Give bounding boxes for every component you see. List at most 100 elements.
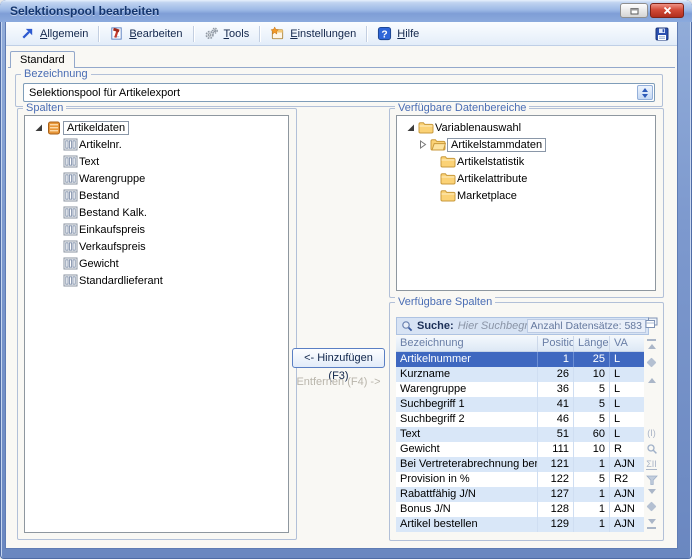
- move-up-icon[interactable]: [644, 356, 659, 369]
- table-row[interactable]: Kurzname 26 10 L: [396, 367, 644, 382]
- column-header-laenge[interactable]: Länge: [574, 336, 610, 351]
- table-row-selected[interactable]: Artikelnummer 1 25 L: [396, 352, 644, 367]
- cell-laenge: 5: [574, 397, 610, 412]
- tree-node-label[interactable]: Variablenauswahl: [435, 122, 521, 134]
- tree-node-label[interactable]: Marketplace: [457, 190, 517, 202]
- bezeichnung-combobox[interactable]: Selektionspool für Artikelexport: [23, 83, 655, 102]
- cell-laenge: 5: [574, 412, 610, 427]
- table-row[interactable]: Warengruppe 36 5 L: [396, 382, 644, 397]
- scroll-to-bottom-icon[interactable]: [644, 517, 659, 530]
- column-chooser-icon[interactable]: [644, 316, 659, 329]
- tree-node-gewicht[interactable]: Gewicht: [25, 255, 288, 272]
- column-header-bezeichnung[interactable]: Bezeichnung: [396, 336, 538, 351]
- tree-node-artikelstammdaten[interactable]: Artikelstammdaten: [397, 136, 655, 153]
- tree-node-artikelattribute[interactable]: Artikelattribute: [397, 170, 655, 187]
- column-icon: [61, 138, 79, 151]
- tab-strip-divider: [8, 67, 675, 68]
- next-row-icon[interactable]: [644, 485, 659, 498]
- previous-row-icon[interactable]: [644, 374, 659, 387]
- table-row[interactable]: Gewicht 111 10 R: [396, 442, 644, 457]
- tree-node-label[interactable]: Bestand Kalk.: [79, 207, 147, 219]
- tree-node-label[interactable]: Verkaufspreis: [79, 241, 146, 253]
- tree-node-label[interactable]: Warengruppe: [79, 173, 145, 185]
- toolbar-item-tools[interactable]: Tools: [196, 24, 258, 43]
- tree-node-verkaufspreis[interactable]: Verkaufspreis: [25, 238, 288, 255]
- table-row[interactable]: Rabattfähig J/N 127 1 AJN: [396, 487, 644, 502]
- group-datenbereiche: Verfügbare Datenbereiche Variablenauswah…: [389, 108, 664, 298]
- folder-icon: [439, 189, 457, 202]
- save-button[interactable]: [654, 26, 670, 42]
- tree-node-bestand-kalk[interactable]: Bestand Kalk.: [25, 204, 288, 221]
- cell-bezeichnung: Text: [396, 427, 538, 442]
- table-row[interactable]: Bei Vertreterabrechnung berücksichtige 1…: [396, 457, 644, 472]
- folder-icon: [417, 121, 435, 134]
- tree-node-artikelstatistik[interactable]: Artikelstatistik: [397, 153, 655, 170]
- tree-node-label[interactable]: Artikeldaten: [63, 121, 129, 135]
- edit-hammer-icon: [109, 26, 124, 41]
- arrow-up-right-icon: [20, 26, 35, 41]
- tree-node-bestand[interactable]: Bestand: [25, 187, 288, 204]
- tree-node-label[interactable]: Artikelnr.: [79, 139, 122, 151]
- tree-node-label[interactable]: Einkaufspreis: [79, 224, 145, 236]
- table-row[interactable]: Suchbegriff 2 46 5 L: [396, 412, 644, 427]
- cell-va: L: [610, 427, 644, 442]
- toolbar-item-allgemein[interactable]: Allgemein: [12, 24, 96, 43]
- column-header-position[interactable]: Position: [538, 336, 574, 351]
- cell-bezeichnung: Gewicht: [396, 442, 538, 457]
- datenbereiche-tree[interactable]: Variablenauswahl Artikelstammdaten Artik…: [396, 115, 656, 291]
- spin-up-icon: [642, 88, 648, 92]
- tree-node-label[interactable]: Standardlieferant: [79, 275, 163, 287]
- group-spalten: Spalten Artikeldaten Artikelnr. Text: [17, 108, 297, 540]
- combobox-spin-button[interactable]: [637, 85, 653, 100]
- columns-table[interactable]: Bezeichnung Position Länge VA Artikelnum…: [396, 336, 644, 532]
- tree-node-warengruppe[interactable]: Warengruppe: [25, 170, 288, 187]
- toolbar-item-einstellungen[interactable]: Einstellungen: [262, 24, 364, 43]
- tree-node-artikeldaten[interactable]: Artikeldaten: [25, 119, 288, 136]
- search-bar[interactable]: Suche: Hier Suchbegriff einge Anzahl Dat…: [396, 317, 649, 335]
- help-icon: ?: [377, 26, 392, 41]
- expanded-triangle-icon[interactable]: [31, 122, 45, 133]
- search-input[interactable]: Hier Suchbegriff einge: [458, 320, 527, 332]
- table-row[interactable]: Suchbegriff 1 41 5 L: [396, 397, 644, 412]
- tab-standard[interactable]: Standard: [10, 51, 75, 68]
- move-down-icon[interactable]: [644, 500, 659, 513]
- cell-va: L: [610, 367, 644, 382]
- tree-node-label[interactable]: Artikelattribute: [457, 173, 527, 185]
- table-row[interactable]: Text 51 60 L: [396, 427, 644, 442]
- table-row[interactable]: Bonus J/N 128 1 AJN: [396, 502, 644, 517]
- hinzufuegen-button[interactable]: <- Hinzufügen (F3): [292, 348, 385, 368]
- goto-record-icon[interactable]: (I): [644, 426, 659, 439]
- column-header-va[interactable]: VA: [610, 336, 644, 351]
- titlebar: Selektionspool bearbeiten: [0, 0, 692, 22]
- spalten-tree[interactable]: Artikeldaten Artikelnr. Text Warengruppe: [24, 115, 289, 533]
- cell-laenge: 1: [574, 502, 610, 517]
- summary-icon[interactable]: ΣΙΙ: [644, 458, 659, 471]
- column-icon: [61, 223, 79, 236]
- close-window-button[interactable]: [650, 3, 684, 18]
- grid-search-icon[interactable]: [644, 442, 659, 455]
- toolbar-item-hilfe[interactable]: ? Hilfe: [369, 24, 427, 43]
- tree-node-text[interactable]: Text: [25, 153, 288, 170]
- tree-node-einkaufspreis[interactable]: Einkaufspreis: [25, 221, 288, 238]
- expanded-triangle-icon[interactable]: [403, 122, 417, 133]
- tree-node-label[interactable]: Artikelstammdaten: [447, 138, 546, 152]
- tree-node-standardlieferant[interactable]: Standardlieferant: [25, 272, 288, 289]
- tree-node-label[interactable]: Text: [79, 156, 99, 168]
- close-window-icon: [663, 6, 672, 15]
- scroll-to-top-icon[interactable]: [644, 338, 659, 351]
- table-row[interactable]: Artikel bestellen 129 1 AJN: [396, 517, 644, 532]
- tree-node-label[interactable]: Gewicht: [79, 258, 119, 270]
- column-icon: [61, 189, 79, 202]
- toolbar-item-bearbeiten[interactable]: Bearbeiten: [101, 24, 190, 43]
- restore-window-button[interactable]: [620, 3, 648, 18]
- tree-node-label[interactable]: Artikelstatistik: [457, 156, 524, 168]
- cell-position: 128: [538, 502, 574, 517]
- tree-node-label[interactable]: Bestand: [79, 190, 119, 202]
- toolbar-item-label: Tools: [224, 28, 250, 40]
- collapsed-triangle-icon[interactable]: [415, 139, 429, 150]
- tree-node-artikelnr[interactable]: Artikelnr.: [25, 136, 288, 153]
- tree-node-marketplace[interactable]: Marketplace: [397, 187, 655, 204]
- table-row[interactable]: Provision in % 122 5 R2: [396, 472, 644, 487]
- tree-node-variablenauswahl[interactable]: Variablenauswahl: [397, 119, 655, 136]
- cell-va: AJN: [610, 502, 644, 517]
